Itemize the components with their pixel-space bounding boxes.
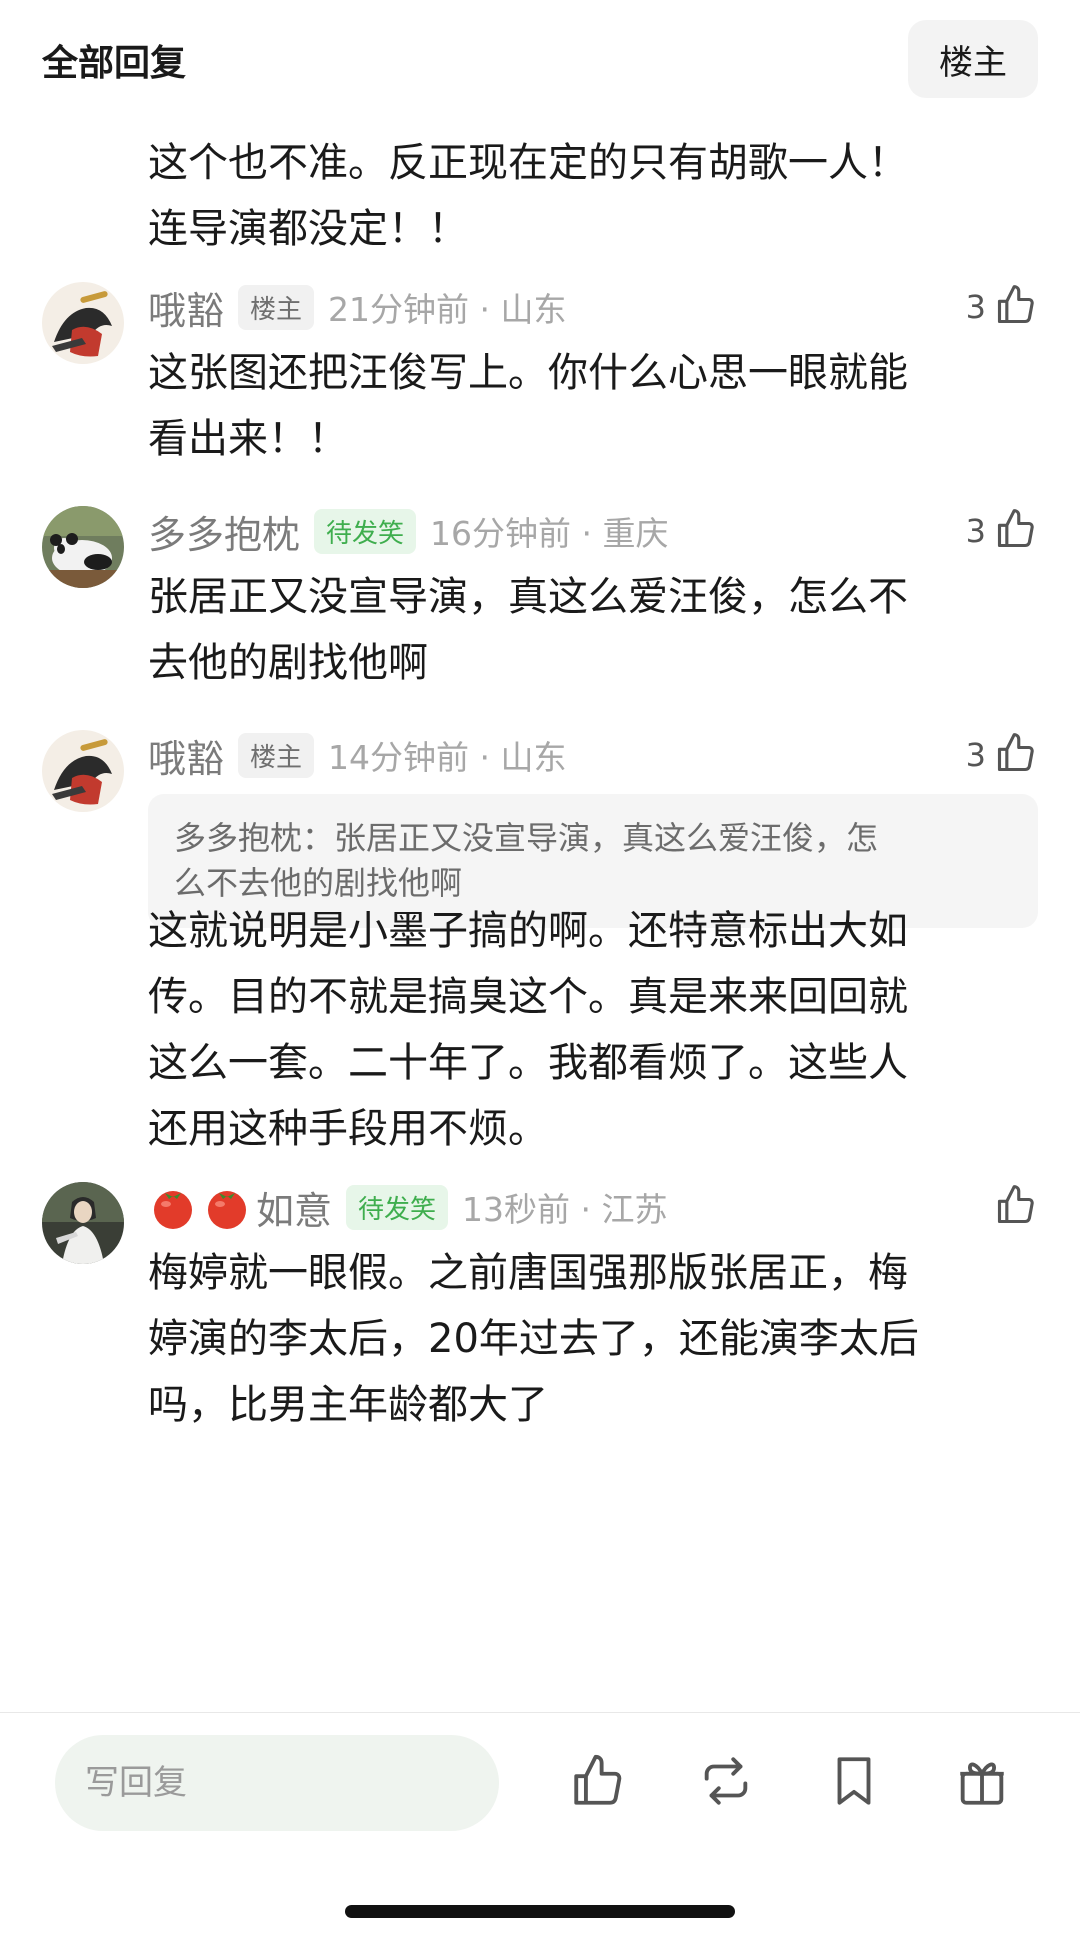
thumbs-up-icon (994, 283, 1038, 331)
timestamp-location: 16分钟前 · 重庆 (430, 514, 669, 553)
reply-input[interactable] (55, 1735, 499, 1831)
op-only-filter-button[interactable]: 楼主 (908, 20, 1038, 98)
timestamp-location: 14分钟前 · 山东 (328, 738, 567, 777)
avatar[interactable] (42, 730, 124, 812)
text-line: 这么一套。二十年了。我都看烦了。这些人 (148, 1040, 908, 1086)
home-indicator[interactable] (345, 1905, 735, 1918)
thumbs-up-icon (994, 731, 1038, 779)
bottom-action-bar (0, 1712, 1080, 1944)
text-line: 张居正又没宣导演，真这么爱汪俊，怎么不 (148, 574, 908, 620)
avatar[interactable] (42, 282, 124, 364)
username[interactable]: 哦豁 (148, 280, 224, 335)
username[interactable]: 多多抱枕 (148, 504, 300, 559)
fan-badge: 待发笑 (314, 508, 417, 554)
tomato-emoji (148, 1182, 198, 1232)
like-count: 3 (965, 512, 986, 550)
comment-text: 这就说明是小墨子搞的啊。还特意标出大如 传。目的不就是搞臭这个。真是来来回回就 … (148, 898, 1028, 1162)
op-badge: 楼主 (238, 732, 315, 778)
fan-badge: 待发笑 (346, 1184, 449, 1230)
repost-button[interactable] (694, 1751, 758, 1815)
tomato-emoji (202, 1182, 252, 1232)
username[interactable]: 哦豁 (148, 728, 224, 783)
like-count: 3 (965, 736, 986, 774)
text-line: 看出来！！ (148, 416, 348, 462)
like-button[interactable]: 3 (966, 506, 1038, 556)
page-title: 全部回复 (42, 43, 187, 84)
gift-icon (953, 1752, 1011, 1814)
like-button[interactable] (994, 1182, 1038, 1232)
repost-icon (697, 1752, 755, 1814)
text-line: 这就说明是小墨子搞的啊。还特意标出大如 (148, 908, 908, 954)
comment-meta: 哦豁 楼主 21分钟前 · 山东 (148, 280, 567, 335)
thumbs-up-icon (569, 1752, 627, 1814)
like-count: 3 (965, 288, 986, 326)
bookmark-icon (825, 1752, 883, 1814)
comment-meta: 如意 待发笑 13秒前 · 江苏 (148, 1180, 668, 1235)
timestamp-location: 13秒前 · 江苏 (462, 1190, 668, 1229)
username[interactable]: 如意 (256, 1180, 332, 1235)
avatar[interactable] (42, 1182, 124, 1264)
op-badge: 楼主 (238, 284, 315, 330)
comment-text: 张居正又没宣导演，真这么爱汪俊，怎么不 去他的剧找他啊 (148, 564, 1028, 696)
header: 全部回复 楼主 (0, 0, 1080, 118)
text-line: 吗，比男主年龄都大了 (148, 1382, 548, 1428)
comment-meta: 多多抱枕 待发笑 16分钟前 · 重庆 (148, 504, 669, 559)
text-line: 这张图还把汪俊写上。你什么心思一眼就能 (148, 350, 908, 396)
avatar[interactable] (42, 506, 124, 588)
comment-text: 梅婷就一眼假。之前唐国强那版张居正，梅 婷演的李太后，20年过去了，还能演李太后… (148, 1240, 1028, 1438)
text-line: 传。目的不就是搞臭这个。真是来来回回就 (148, 974, 908, 1020)
text-line: 梅婷就一眼假。之前唐国强那版张居正，梅 (148, 1250, 908, 1296)
text-line: 这个也不准。反正现在定的只有胡歌一人！ (148, 140, 908, 186)
thumbs-up-icon (994, 507, 1038, 555)
like-post-button[interactable] (566, 1751, 630, 1815)
text-line: 婷演的李太后，20年过去了，还能演李太后 (148, 1316, 919, 1362)
like-button[interactable]: 3 (966, 730, 1038, 780)
bookmark-button[interactable] (822, 1751, 886, 1815)
text-line: 连导演都没定！！ (148, 206, 468, 252)
comment-text: 这张图还把汪俊写上。你什么心思一眼就能 看出来！！ (148, 340, 1028, 472)
timestamp-location: 21分钟前 · 山东 (328, 290, 567, 329)
parent-comment-text: 这个也不准。反正现在定的只有胡歌一人！ 连导演都没定！！ (148, 130, 1028, 262)
gift-button[interactable] (950, 1751, 1014, 1815)
text-line: 还用这种手段用不烦。 (148, 1106, 548, 1152)
text-line: 去他的剧找他啊 (148, 640, 428, 686)
thumbs-up-icon (994, 1183, 1038, 1231)
quote-line: 多多抱枕：张居正又没宣导演，真这么爱汪俊，怎 (174, 819, 879, 857)
like-button[interactable]: 3 (966, 282, 1038, 332)
comment-meta: 哦豁 楼主 14分钟前 · 山东 (148, 728, 567, 783)
